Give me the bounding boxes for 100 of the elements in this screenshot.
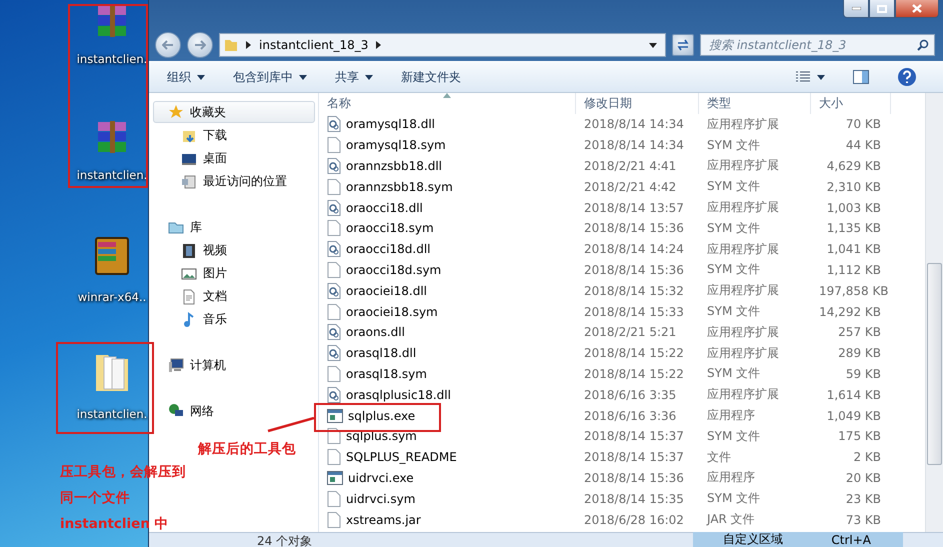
file-row[interactable]: uidrvci.sym 2018/8/14 15:35 SYM 文件 23 KB bbox=[319, 488, 925, 510]
type-cell-text: 应用程序 bbox=[706, 407, 756, 424]
navigation-item[interactable]: 音乐 bbox=[149, 308, 318, 331]
navigation-group[interactable]: 收藏夹 bbox=[153, 101, 315, 123]
file-row[interactable]: oraociei18.sym 2018/8/14 15:33 SYM 文件 14,292 KB bbox=[319, 301, 925, 322]
file-row[interactable]: oraons.dll 2018/2/21 5:21 应用程序扩展 257 KB bbox=[319, 322, 925, 343]
date-cell-text: 2018/8/14 15:36 bbox=[583, 221, 685, 236]
size-cell-text: 1,112 KB bbox=[826, 262, 882, 277]
file-name: orasql18.dll bbox=[346, 346, 416, 360]
size-cell-text: 23 KB bbox=[844, 492, 882, 506]
navigation-group[interactable]: 网络 bbox=[153, 400, 315, 422]
file-row[interactable]: oraociei18.dll 2018/8/14 15:32 应用程序扩展 197,858 KB bbox=[319, 280, 925, 302]
address-bar[interactable]: instantclient_18_3 bbox=[219, 33, 666, 57]
file-row[interactable]: SQLPLUS_README 2018/8/14 15:37 文件 2 KB bbox=[319, 446, 925, 468]
dropdown-caret-icon[interactable] bbox=[649, 42, 657, 48]
file-row[interactable]: orannzsbb18.sym 2018/2/21 4:42 SYM 文件 2,310 KB bbox=[319, 176, 925, 198]
chevron-icon bbox=[376, 41, 382, 49]
help-icon bbox=[897, 67, 917, 87]
file-name: oraociei18.dll bbox=[346, 284, 427, 298]
navigation-group[interactable]: 库 bbox=[153, 216, 315, 238]
type-cell-text: SYM 文件 bbox=[706, 428, 762, 445]
size-cell-text: 2 KB bbox=[852, 450, 882, 464]
desktop-icon-label[interactable]: instantclien. bbox=[76, 168, 148, 182]
scrollbar[interactable] bbox=[925, 93, 943, 532]
scrollbar-thumb[interactable] bbox=[927, 263, 942, 465]
type-cell-text: SYM 文件 bbox=[706, 490, 762, 508]
size-cell-text: 1,041 KB bbox=[826, 242, 882, 256]
size-cell-text: 1,135 KB bbox=[826, 221, 882, 236]
gear-file-icon bbox=[327, 345, 341, 362]
archive-icon bbox=[95, 120, 129, 154]
gear-file-icon bbox=[327, 116, 341, 132]
type-cell-text: 应用程序扩展 bbox=[706, 199, 780, 216]
file-row[interactable]: orasql18.sym 2018/8/14 15:22 SYM 文件 59 KB bbox=[319, 364, 925, 384]
navigation-group[interactable]: 计算机 bbox=[153, 354, 315, 376]
toolbar-button[interactable]: 共享 bbox=[325, 66, 383, 88]
navigation-item[interactable]: 桌面 bbox=[149, 147, 318, 170]
caret-icon bbox=[365, 74, 373, 80]
date-cell-text: 2018/8/14 15:22 bbox=[583, 346, 685, 360]
desktop-icon-label[interactable]: winrar-x64.. bbox=[78, 290, 146, 304]
maximize-button[interactable] bbox=[869, 0, 895, 18]
toolbar-button[interactable]: 新建文件夹 bbox=[391, 66, 471, 88]
refresh-button[interactable] bbox=[672, 34, 694, 56]
date-cell-text: 2018/6/28 16:02 bbox=[583, 512, 685, 527]
file-name: SQLPLUS_README bbox=[346, 450, 457, 464]
forward-button[interactable] bbox=[187, 32, 213, 58]
file-row[interactable]: oraocci18d.dll 2018/8/14 14:24 应用程序扩展 1,041 KB bbox=[319, 238, 925, 260]
file-icon bbox=[327, 304, 341, 320]
close-icon bbox=[912, 4, 922, 13]
type-cell-text: 应用程序扩展 bbox=[706, 240, 780, 258]
navigation-item[interactable]: 文档 bbox=[149, 285, 318, 308]
file-row[interactable]: orasqlplusic18.dll 2018/6/16 3:35 应用程序扩展 1,614 KB bbox=[319, 384, 925, 406]
close-button[interactable] bbox=[895, 0, 939, 18]
type-cell-text: 应用程序扩展 bbox=[706, 344, 780, 362]
file-name: uidrvci.exe bbox=[348, 470, 414, 485]
minimize-button[interactable] bbox=[843, 0, 869, 18]
file-name: oraocci18.sym bbox=[346, 221, 434, 236]
application-icon bbox=[327, 470, 343, 485]
navigation-item[interactable]: 下载 bbox=[149, 124, 318, 147]
desktop-icon-label[interactable]: instantclien. bbox=[76, 52, 148, 66]
file-row[interactable]: uidrvci.exe 2018/8/14 15:36 应用程序 20 KB bbox=[319, 468, 925, 488]
navigation-item[interactable]: 最近访问的位置 bbox=[149, 170, 318, 193]
size-cell-text: 1,003 KB bbox=[826, 200, 882, 215]
file-row[interactable]: oraocci18.dll 2018/8/14 13:57 应用程序扩展 1,003 KB bbox=[319, 197, 925, 218]
file-name: sqlplus.sym bbox=[346, 429, 417, 444]
navigation-item[interactable]: 图片 bbox=[149, 262, 318, 285]
file-row[interactable]: orasql18.dll 2018/8/14 15:22 应用程序扩展 289 KB bbox=[319, 342, 925, 364]
network-icon bbox=[168, 403, 184, 419]
type-cell-text: SYM 文件 bbox=[706, 178, 762, 196]
file-row[interactable]: oramysql18.sym 2018/8/14 14:34 SYM 文件 44 KB bbox=[319, 134, 925, 156]
toolbar-button[interactable]: 组织 bbox=[157, 66, 215, 88]
back-button[interactable] bbox=[155, 32, 181, 58]
file-row[interactable]: oramysql18.dll 2018/8/14 14:34 应用程序扩展 70 KB bbox=[319, 114, 925, 135]
type-cell-text: 应用程序扩展 bbox=[706, 386, 780, 404]
file-row[interactable]: oraocci18.sym 2018/8/14 15:36 SYM 文件 1,135 KB bbox=[319, 218, 925, 239]
file-row[interactable]: oraocci18d.sym 2018/8/14 15:36 SYM 文件 1,112 KB bbox=[319, 260, 925, 280]
date-cell-text: 2018/8/14 15:22 bbox=[583, 366, 685, 381]
file-name: oramysql18.dll bbox=[346, 117, 435, 132]
minimize-icon bbox=[852, 7, 860, 10]
film-icon bbox=[181, 242, 197, 258]
toolbar-button[interactable]: 包含到库中 bbox=[223, 66, 317, 88]
file-row[interactable]: sqlplus.exe 2018/6/16 3:36 应用程序 1,049 KB bbox=[319, 405, 925, 426]
file-name: oraocci18d.dll bbox=[346, 242, 430, 256]
navigation-item[interactable]: 视频 bbox=[149, 239, 318, 262]
date-cell-text: 2018/8/14 14:34 bbox=[583, 117, 685, 132]
type-cell-text: SYM 文件 bbox=[706, 136, 762, 154]
file-row[interactable]: xstreams.jar 2018/6/28 16:02 JAR 文件 73 KB bbox=[319, 509, 925, 530]
size-cell-text: 289 KB bbox=[837, 346, 882, 360]
breadcrumb[interactable]: instantclient_18_3 bbox=[259, 38, 368, 52]
file-name: oramysql18.sym bbox=[346, 138, 446, 152]
type-cell-text: 应用程序 bbox=[706, 469, 756, 486]
date-cell-text: 2018/8/14 15:37 bbox=[583, 429, 685, 444]
file-row[interactable]: sqlplus.sym 2018/8/14 15:37 SYM 文件 175 KB bbox=[319, 426, 925, 447]
item-count: 24 个对象 bbox=[257, 533, 312, 547]
search-field[interactable]: 搜索 instantclient_18_3 bbox=[700, 34, 935, 56]
file-row[interactable]: orannzsbb18.dll 2018/2/21 4:41 应用程序扩展 4,629 KB bbox=[319, 156, 925, 176]
file-name: xstreams.jar bbox=[346, 512, 421, 527]
shortcut-label: Ctrl+A bbox=[831, 532, 871, 546]
date-cell-text: 2018/8/14 15:36 bbox=[583, 262, 685, 277]
gear-file-icon bbox=[327, 158, 341, 174]
leader-line bbox=[266, 417, 316, 433]
